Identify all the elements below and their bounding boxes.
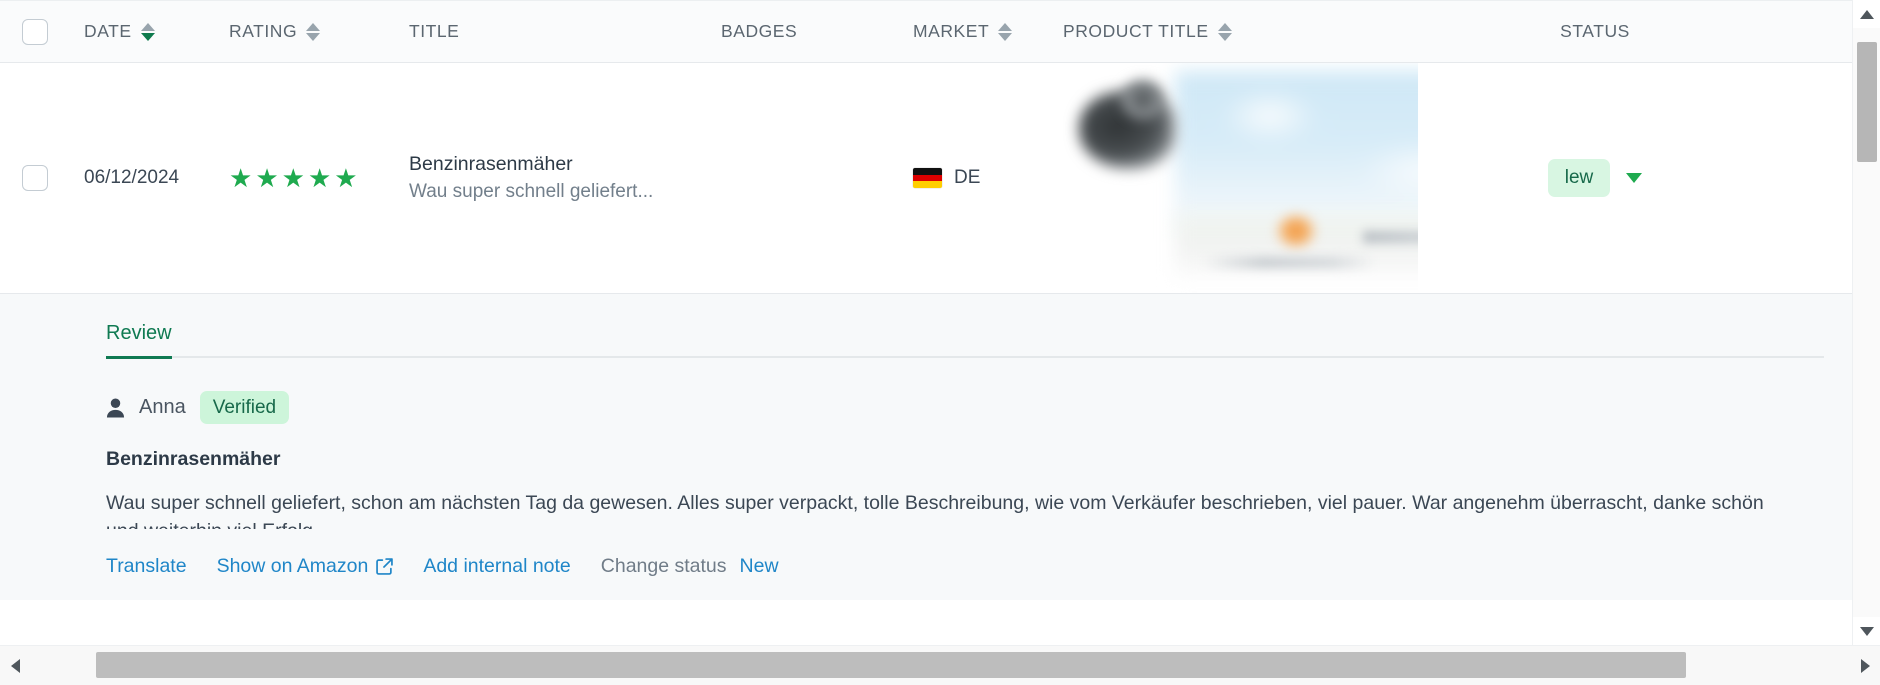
header-label-product-title: PRODUCT TITLE [1063, 21, 1209, 41]
triangle-left-icon [10, 658, 20, 673]
add-internal-note-link[interactable]: Add internal note [423, 555, 570, 578]
horizontal-scroll-track[interactable] [30, 645, 1850, 685]
row-cell-market: DE [913, 167, 1063, 189]
vertical-scrollbar[interactable] [1852, 0, 1880, 645]
horizontal-scroll-thumb[interactable] [96, 651, 1686, 678]
tabs-divider [106, 356, 1824, 358]
star-icon: ★ [307, 163, 332, 193]
row-cell-checkbox [0, 165, 84, 191]
header-cell-checkbox [0, 18, 84, 45]
header-cell-badges: BADGES [721, 21, 913, 42]
triangle-down-icon [140, 32, 155, 41]
header-label-rating: RATING [229, 21, 298, 41]
reviews-table-app: DATE RATING TITLE BADGES MARKET PRODUCT … [0, 0, 1880, 685]
star-icon: ★ [281, 163, 305, 193]
header-label-title: TITLE [409, 21, 460, 41]
row-cell-product-title [1063, 63, 1418, 294]
star-icon: ★ [255, 163, 279, 193]
change-status-group: Change status New [601, 555, 779, 578]
scroll-up-button[interactable] [1853, 0, 1880, 28]
show-on-amazon-label: Show on Amazon [216, 555, 369, 577]
de-flag-icon [913, 168, 942, 188]
vertical-scroll-track[interactable] [1852, 28, 1880, 617]
triangle-down-icon [306, 32, 321, 41]
triangle-down-icon [1859, 626, 1874, 636]
detail-review-title: Benzinrasenmäher [106, 448, 281, 470]
market-code: DE [954, 167, 981, 188]
vertical-scroll-thumb[interactable] [1856, 42, 1877, 162]
scroll-left-button[interactable] [0, 646, 30, 685]
person-icon [106, 398, 125, 417]
show-on-amazon-link[interactable]: Show on Amazon [217, 555, 394, 578]
star-icon: ★ [229, 163, 253, 193]
rating-stars: ★ ★ ★ ★ ★ [229, 165, 358, 191]
header-cell-date[interactable]: DATE [84, 21, 229, 42]
review-date: 06/12/2024 [84, 167, 180, 188]
triangle-up-icon [998, 22, 1013, 31]
row-cell-rating: ★ ★ ★ ★ ★ [229, 165, 409, 191]
author-name: Anna [139, 396, 186, 418]
triangle-down-icon [998, 32, 1013, 41]
change-status-label: Change status [600, 555, 727, 577]
sort-toggle-rating[interactable] [306, 22, 321, 41]
status-control: lew [1548, 159, 1642, 197]
translate-link[interactable]: Translate [106, 555, 187, 578]
table-row[interactable]: 06/12/2024 ★ ★ ★ ★ ★ Benzinrasenmäher Wa… [0, 63, 1852, 294]
select-all-checkbox[interactable] [22, 18, 48, 45]
scroll-down-button[interactable] [1853, 617, 1880, 645]
review-author-row: Anna Verified [0, 359, 1852, 424]
external-link-icon [376, 558, 394, 575]
sort-toggle-market[interactable] [998, 22, 1013, 41]
table-content: DATE RATING TITLE BADGES MARKET PRODUCT … [0, 0, 1852, 600]
tab-review[interactable]: Review [106, 322, 172, 359]
status-badge[interactable]: lew [1548, 159, 1610, 197]
header-cell-market[interactable]: MARKET [913, 21, 1063, 42]
header-cell-rating[interactable]: RATING [229, 21, 409, 42]
table-scroll-viewport: DATE RATING TITLE BADGES MARKET PRODUCT … [0, 0, 1880, 645]
star-icon: ★ [334, 163, 358, 193]
triangle-up-icon [140, 22, 155, 31]
scroll-right-button[interactable] [1850, 646, 1880, 685]
chevron-down-icon[interactable] [1626, 173, 1642, 183]
verified-badge: Verified [199, 391, 290, 424]
review-title-text: Benzinrasenmäher [409, 152, 573, 175]
sort-toggle-date[interactable] [140, 22, 155, 41]
row-select-checkbox[interactable] [22, 165, 48, 191]
review-snippet-text: Wau super schnell geliefert... [409, 180, 654, 202]
triangle-up-icon [1217, 22, 1232, 31]
review-detail-panel: Review Anna Verified Benzinrasenmäher Wa… [0, 294, 1852, 600]
detail-review-body: Wau super schnell geliefert, schon am nä… [106, 492, 1764, 529]
header-cell-title: TITLE [409, 21, 721, 42]
detail-tabs: Review [0, 294, 1852, 359]
triangle-up-icon [1859, 9, 1874, 19]
row-cell-status: lew [1418, 159, 1852, 197]
header-label-market: MARKET [913, 21, 990, 41]
triangle-down-icon [1217, 32, 1232, 41]
row-cell-date: 06/12/2024 [84, 167, 229, 189]
detail-actions: Translate Show on Amazon Add internal no… [0, 529, 1852, 578]
market-value: DE [913, 167, 980, 189]
horizontal-scrollbar[interactable] [0, 645, 1880, 685]
row-cell-title: Benzinrasenmäher Wau super schnell gelie… [409, 152, 721, 204]
sort-toggle-product-title[interactable] [1217, 22, 1232, 41]
product-image-blurred [1063, 63, 1418, 294]
header-label-badges: BADGES [721, 21, 798, 41]
header-label-date: DATE [84, 21, 132, 41]
triangle-up-icon [306, 22, 321, 31]
triangle-right-icon [1860, 658, 1870, 673]
change-status-value[interactable]: New [740, 555, 779, 578]
table-header-row: DATE RATING TITLE BADGES MARKET PRODUCT … [0, 0, 1852, 63]
header-label-status: STATUS [1560, 21, 1630, 41]
header-cell-status: STATUS [1418, 21, 1852, 42]
header-cell-product-title[interactable]: PRODUCT TITLE [1063, 21, 1418, 42]
